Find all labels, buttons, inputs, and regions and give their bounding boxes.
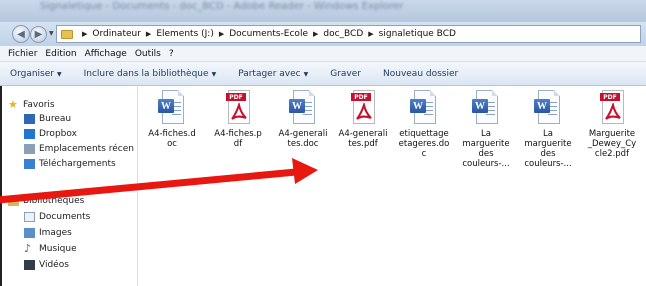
- annotation-arrow-icon: [0, 158, 318, 204]
